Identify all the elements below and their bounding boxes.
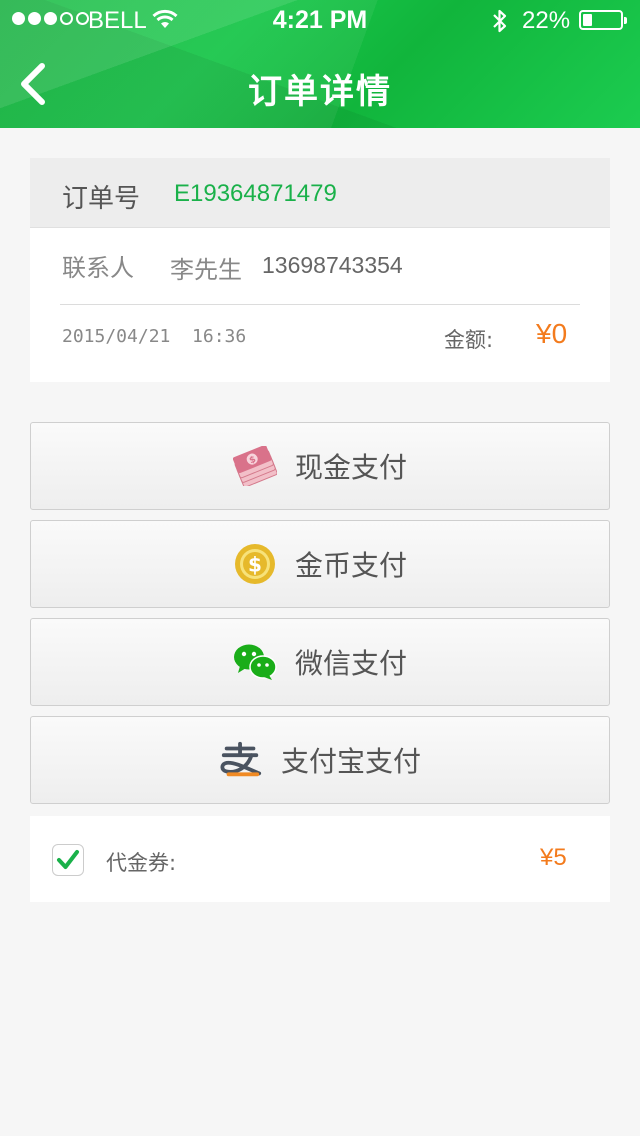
alipay-icon <box>219 738 263 782</box>
order-number-label: 订单号 <box>62 184 141 214</box>
battery-percentage: 22% <box>522 7 571 34</box>
battery-icon <box>579 10 627 30</box>
contact-phone: 13698743354 <box>262 252 403 278</box>
status-bar: BELL 4:21 PM 22% <box>0 0 640 40</box>
gold-coin-pay-label: 金币支付 <box>294 549 407 582</box>
page-title: 订单详情 <box>248 72 392 112</box>
order-number-row: 订单号 E19364871479 <box>30 158 610 228</box>
cash-pay-label: 现金支付 <box>294 451 407 484</box>
header: BELL 4:21 PM 22% 订单详情 <box>0 0 640 128</box>
wechat-icon <box>233 640 277 684</box>
order-number-value: E19364871479 <box>174 180 337 207</box>
divider <box>60 304 580 305</box>
gold-coin-icon: $ <box>233 542 277 586</box>
voucher-checkbox[interactable] <box>52 844 84 876</box>
bluetooth-icon <box>493 9 507 33</box>
gold-coin-pay-button[interactable]: $ 金币支付 <box>30 520 610 608</box>
checkmark-icon <box>57 850 79 869</box>
contact-name: 李先生 <box>170 256 242 284</box>
voucher-value: ¥5 <box>540 844 567 871</box>
voucher-label: 代金券: <box>106 851 177 875</box>
wechat-pay-label: 微信支付 <box>294 647 407 680</box>
cash-pay-button[interactable]: $ 现金支付 <box>30 422 610 510</box>
voucher-row: 代金券: ¥5 <box>30 816 610 902</box>
cash-icon: $ <box>232 444 277 488</box>
order-card: 订单号 E19364871479 联系人 李先生 13698743354 201… <box>30 158 610 382</box>
alipay-pay-label: 支付宝支付 <box>280 745 421 778</box>
contact-label: 联系人 <box>62 254 134 282</box>
amount-label: 金额: <box>444 328 494 352</box>
alipay-pay-button[interactable]: 支付宝支付 <box>30 716 610 804</box>
order-date: 2015/04/21 16:36 <box>62 326 247 347</box>
wechat-pay-button[interactable]: 微信支付 <box>30 618 610 706</box>
svg-text:$: $ <box>248 553 262 577</box>
amount-value: ¥0 <box>536 318 568 349</box>
